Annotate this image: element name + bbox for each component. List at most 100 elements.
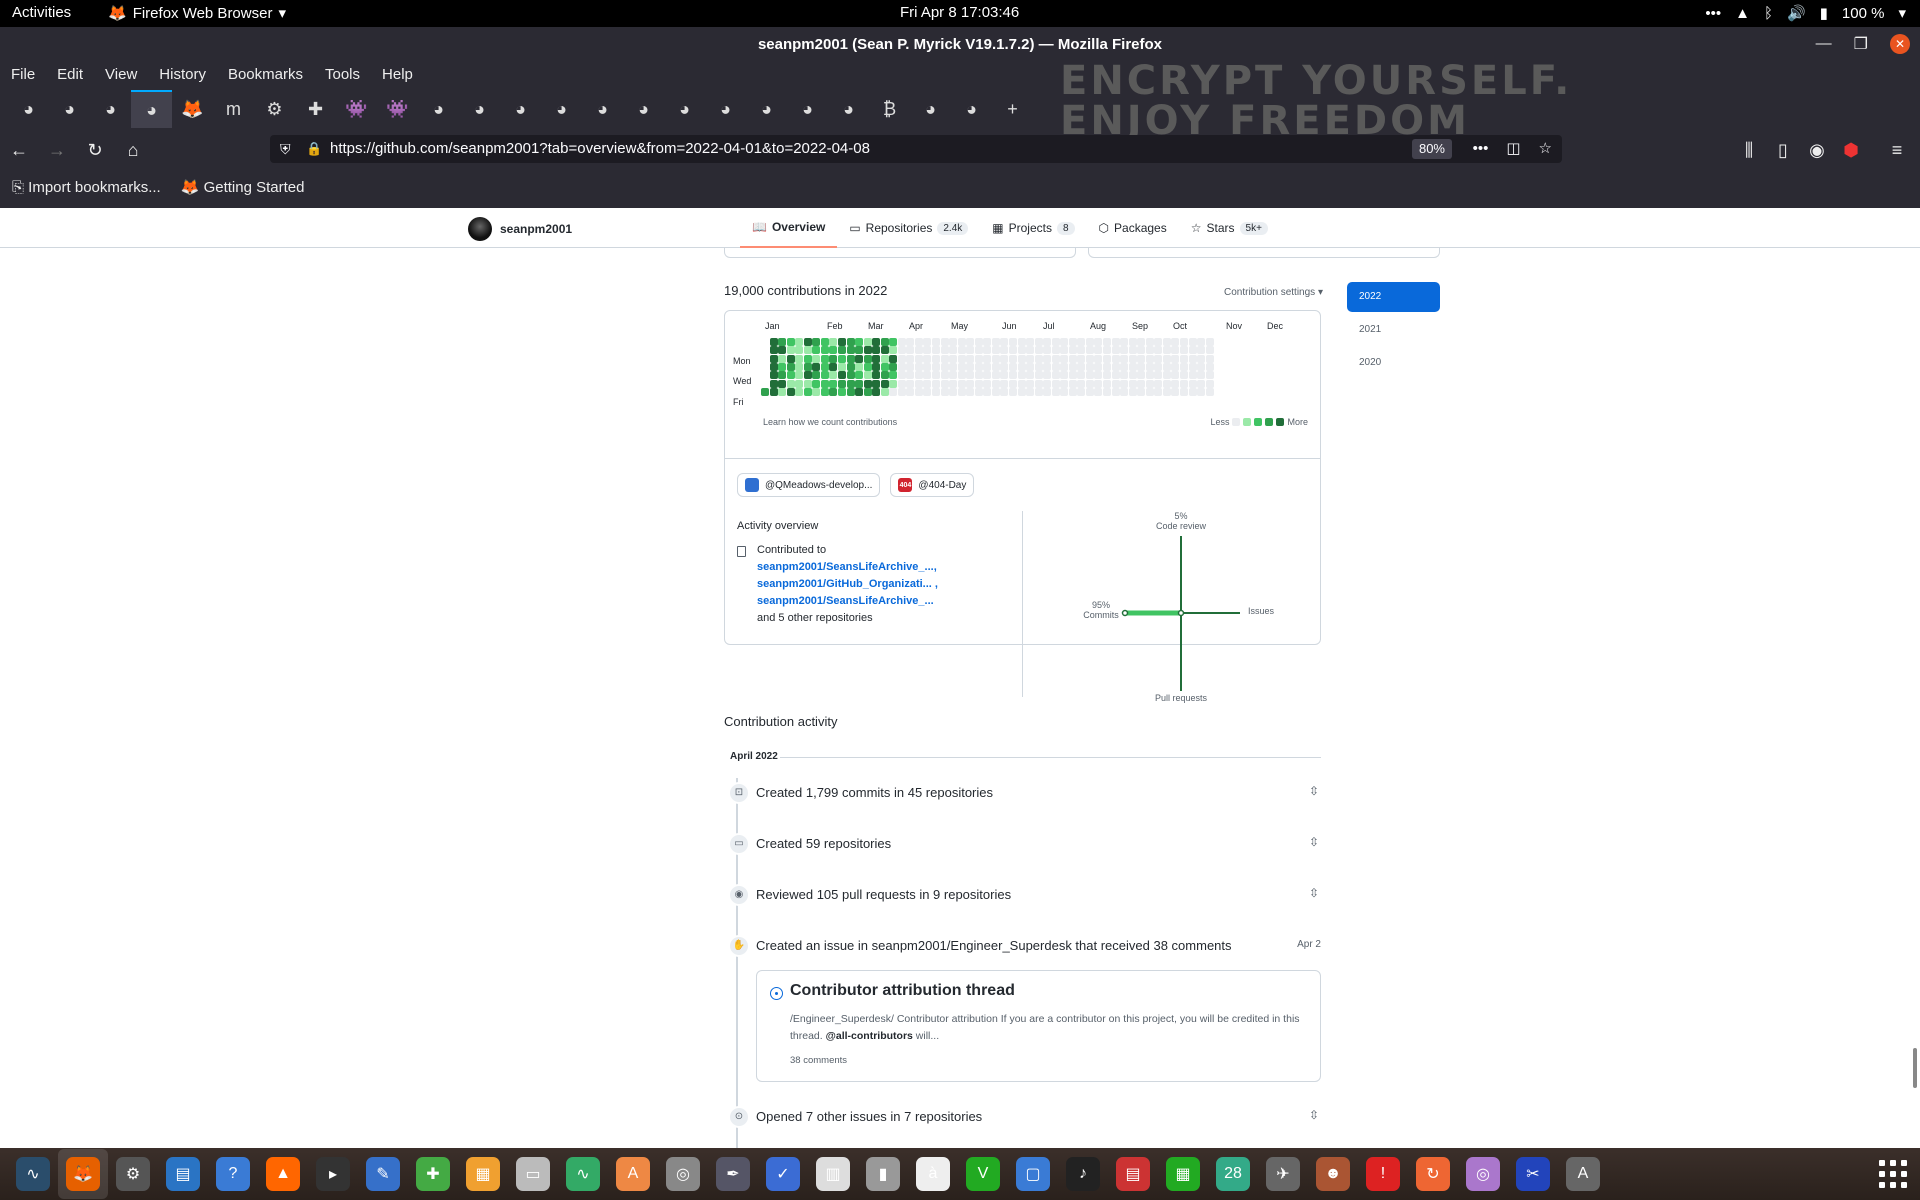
contribution-day[interactable] [1000, 379, 1009, 388]
contribution-day[interactable] [1017, 387, 1026, 396]
contribution-day[interactable] [1197, 371, 1206, 380]
dock-app[interactable]: ▥ [808, 1149, 858, 1199]
contribution-day[interactable] [1171, 338, 1180, 346]
contribution-day[interactable] [923, 354, 932, 363]
contribution-day[interactable] [846, 346, 855, 355]
contribution-day[interactable] [1103, 379, 1111, 388]
contribution-day[interactable] [1162, 362, 1171, 371]
contribution-day[interactable] [1128, 371, 1137, 380]
dock-app[interactable]: ▮ [858, 1149, 908, 1199]
dock-app[interactable]: ▸ [308, 1149, 358, 1199]
contribution-day[interactable] [880, 387, 889, 396]
contribution-day[interactable] [1034, 371, 1043, 380]
contribution-day[interactable] [1085, 338, 1094, 346]
contribution-day[interactable] [1188, 354, 1197, 363]
contribution-day[interactable] [829, 338, 838, 346]
bookmark-import[interactable]: ⎘ Import bookmarks... [12, 179, 161, 196]
contribution-day[interactable] [1000, 338, 1009, 346]
contribution-day[interactable] [1000, 387, 1009, 396]
contribution-day[interactable] [1179, 362, 1188, 371]
contribution-day[interactable] [949, 346, 958, 355]
more-icon[interactable]: ••• [1473, 135, 1489, 163]
contribution-day[interactable] [1162, 371, 1171, 380]
contribution-day[interactable] [1026, 346, 1035, 355]
contribution-day[interactable] [837, 387, 846, 396]
contribution-day[interactable] [932, 379, 940, 388]
tab-packages[interactable]: ⬡ Packages [1087, 208, 1179, 248]
contribution-day[interactable] [1060, 346, 1069, 355]
dock-app[interactable]: ◎ [658, 1149, 708, 1199]
contribution-day[interactable] [786, 346, 795, 355]
contribution-day[interactable] [778, 338, 787, 346]
contribution-day[interactable] [837, 338, 846, 346]
contribution-day[interactable] [889, 371, 898, 380]
contribution-day[interactable] [1120, 338, 1129, 346]
contribution-day[interactable] [923, 387, 932, 396]
contribution-day[interactable] [837, 371, 846, 380]
contribution-day[interactable] [1043, 362, 1052, 371]
contribution-day[interactable] [1008, 346, 1017, 355]
contribution-day[interactable] [1145, 387, 1154, 396]
contribution-day[interactable] [855, 338, 864, 346]
contribution-day[interactable] [803, 354, 812, 363]
contribution-day[interactable] [1068, 338, 1077, 346]
dock-app[interactable]: ⚙ [108, 1149, 158, 1199]
contribution-day[interactable] [914, 362, 923, 371]
contribution-day[interactable] [991, 379, 1000, 388]
contribution-day[interactable] [829, 362, 838, 371]
contribution-day[interactable] [983, 354, 992, 363]
contribution-day[interactable] [820, 379, 829, 388]
contribution-day[interactable] [1154, 346, 1163, 355]
browser-tab[interactable]: ◕ [418, 90, 459, 128]
contribution-day[interactable] [820, 362, 829, 371]
forward-icon[interactable]: → [44, 137, 70, 163]
contribution-day[interactable] [1043, 371, 1052, 380]
dock-app[interactable]: ▢ [1008, 1149, 1058, 1199]
contribution-day[interactable] [923, 362, 932, 371]
dock-app[interactable]: A [1558, 1149, 1608, 1199]
contribution-day[interactable] [1171, 387, 1180, 396]
contribution-day[interactable] [906, 371, 915, 380]
contribution-day[interactable] [1111, 387, 1120, 396]
contribution-day[interactable] [812, 379, 821, 388]
dock-app[interactable]: ! [1358, 1149, 1408, 1199]
contribution-day[interactable] [786, 354, 795, 363]
contribution-day[interactable] [940, 387, 949, 396]
contribution-day[interactable] [991, 354, 1000, 363]
contribution-day[interactable] [897, 379, 906, 388]
minimize-icon[interactable]: — [1816, 35, 1832, 53]
contribution-day[interactable] [1137, 346, 1146, 355]
contribution-day[interactable] [1094, 338, 1103, 346]
contribution-day[interactable] [1205, 362, 1214, 371]
contribution-day[interactable] [820, 387, 829, 396]
contribution-day[interactable] [837, 346, 846, 355]
contribution-day[interactable] [991, 346, 1000, 355]
zoom-level[interactable]: 80% [1411, 139, 1452, 159]
contribution-day[interactable] [1094, 346, 1103, 355]
contribution-day[interactable] [897, 338, 906, 346]
contribution-day[interactable] [1026, 387, 1035, 396]
contribution-day[interactable] [803, 371, 812, 380]
contribution-day[interactable] [914, 379, 923, 388]
contribution-day[interactable] [820, 338, 829, 346]
contribution-day[interactable] [846, 354, 855, 363]
contribution-day[interactable] [991, 371, 1000, 380]
contribution-day[interactable] [983, 346, 992, 355]
contribution-day[interactable] [1111, 338, 1120, 346]
contribution-day[interactable] [1162, 387, 1171, 396]
star-icon[interactable]: ☆ [1539, 135, 1552, 163]
contribution-day[interactable] [1137, 371, 1146, 380]
ublock-icon[interactable]: ⬢ [1838, 137, 1864, 163]
contribution-day[interactable] [906, 387, 915, 396]
browser-tab[interactable]: ◕ [910, 90, 951, 128]
browser-tab[interactable]: ◕ [8, 90, 49, 128]
org-filter-qmeadows[interactable]: @QMeadows-develop... [737, 473, 881, 497]
hamburger-menu-icon[interactable]: ≡ [1884, 137, 1910, 163]
contribution-day[interactable] [855, 387, 864, 396]
contribution-day[interactable] [795, 338, 804, 346]
contribution-day[interactable] [1085, 354, 1094, 363]
contribution-day[interactable] [906, 338, 915, 346]
issue-title[interactable]: Contributor attribution thread [790, 982, 1015, 1000]
contribution-day[interactable] [1145, 354, 1154, 363]
contribution-day[interactable] [983, 338, 992, 346]
